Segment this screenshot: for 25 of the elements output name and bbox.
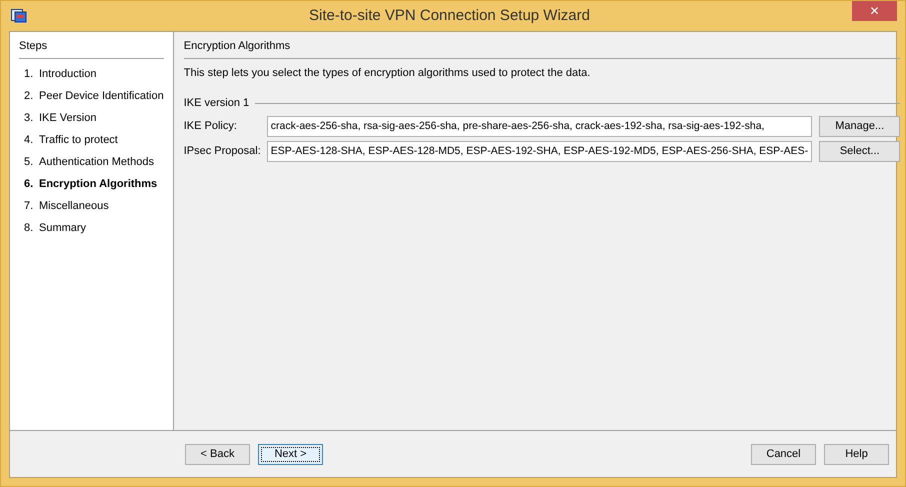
wizard-button[interactable]: < Back [185,444,250,464]
field-label: IPsec Proposal: [184,144,260,159]
group-label: IKE version 1 [184,96,250,111]
page-heading: Encryption Algorithms [184,38,900,58]
step-item[interactable]: 4. Traffic to protect [19,130,164,152]
input-field[interactable]: crack-aes-256-sha, rsa-sig-aes-256-sha, pre-share-aes-256-sha, crack-aes-192-sha, rsa-sig-aes-192-sha, [266,116,812,136]
step-item[interactable]: 1. Introduction [19,64,164,86]
wizard-button[interactable]: Cancel [751,444,816,464]
wizard-button[interactable]: Help [824,444,889,464]
window-title: Site-to-site VPN Connection Setup Wizard [308,6,591,26]
close-button[interactable]: ✕ [852,1,897,21]
steps-heading: Steps [19,38,164,58]
field-label: IKE Policy: [184,118,238,134]
field-button[interactable]: Manage... [819,116,900,136]
step-item[interactable]: 5. Authentication Methods [19,152,164,174]
step-item[interactable]: 3. IKE Version [19,108,164,130]
wizard-button[interactable]: Next > [258,444,323,464]
input-field[interactable]: ESP-AES-128-SHA, ESP-AES-128-MD5, ESP-AES-192-SHA, ESP-AES-192-MD5, ESP-AES-256-SHA, ESP-AES- [266,140,812,162]
description: This step lets you select the types of encryption algorithms used to protect the data. [184,66,592,80]
step-item[interactable]: 7. Miscellaneous [19,196,164,218]
step-item[interactable]: 6. Encryption Algorithms [19,174,164,196]
step-item[interactable]: 8. Summary [19,218,164,240]
step-item[interactable]: 2. Peer Device Identification [19,86,164,108]
app-icon [11,9,27,23]
field-button[interactable]: Select... [819,140,900,162]
